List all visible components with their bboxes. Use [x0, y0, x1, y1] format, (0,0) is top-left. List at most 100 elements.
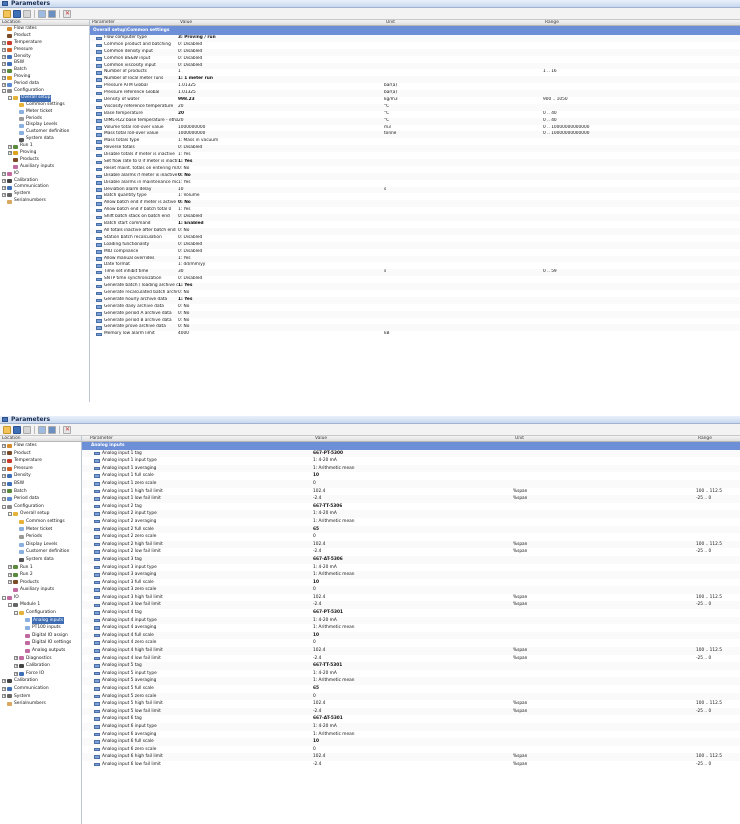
parameter-value[interactable]: 0: Disabled	[178, 249, 384, 256]
parameter-value[interactable]: 1: Yes	[178, 159, 384, 166]
parameter-value[interactable]: 20	[178, 111, 384, 118]
tree-item[interactable]: Customer definition	[0, 548, 81, 556]
expand-icon[interactable]: +	[2, 496, 6, 501]
parameter-value[interactable]: 998.23	[178, 97, 384, 104]
parameter-value[interactable]: 0: No	[178, 228, 384, 235]
tree-item[interactable]: PT100 inputs	[0, 624, 81, 632]
parameter-row[interactable]: Analog input 5 high fail limit 102.4 %span…	[82, 700, 740, 708]
parameter-value[interactable]: 667-TT-5301	[313, 662, 513, 670]
parameter-value[interactable]: 0: Disabled	[178, 42, 384, 49]
tree-item[interactable]: Display Levels	[0, 541, 81, 549]
parameter-row[interactable]: Common density input 0: Disabled	[90, 48, 740, 56]
parameter-row[interactable]: Analog input 1 high fail limit 102.4 %span…	[82, 488, 740, 496]
tree-item[interactable]: + System	[0, 693, 81, 701]
tree-item[interactable]: + Flow rates	[0, 442, 81, 450]
parameter-row[interactable]: Generate recalculated batch archive data…	[90, 290, 740, 297]
tree-item[interactable]: + BSW	[0, 480, 81, 488]
parameter-row[interactable]: Analog input 3 full scale 10	[82, 579, 740, 587]
parameter-value[interactable]: -2.4	[313, 761, 513, 769]
column-parameter[interactable]: Parameter	[90, 436, 315, 441]
parameter-value[interactable]: 0: Disabled	[178, 145, 384, 152]
expand-icon[interactable]: +	[8, 580, 12, 585]
tree-view-icon[interactable]	[38, 9, 46, 18]
parameter-row[interactable]: Generate period A archive data 0: No	[90, 310, 740, 318]
parameter-value[interactable]: 0	[313, 639, 513, 647]
parameter-value[interactable]: 0: Disabled	[178, 242, 384, 249]
parameter-row[interactable]: Density of water 998.23 kg/m3 900 .. 1050	[90, 97, 740, 104]
parameter-value[interactable]: 667-PT-5301	[313, 609, 513, 617]
parameter-row[interactable]: Reset maint. totals on entering maint. m…	[90, 166, 740, 173]
tree-item[interactable]: + Diagnostics	[0, 655, 81, 663]
parameter-row[interactable]: Analog input 1 low fail limit -2.4 %span -2…	[82, 495, 740, 503]
parameter-row[interactable]: Disable totals if meter is inactive 1: Ye…	[90, 152, 740, 159]
parameter-row[interactable]: Date format 1: dd/mm/yy	[90, 262, 740, 269]
parameter-row[interactable]: SNTP time synchronization 0: Disabled	[90, 276, 740, 283]
column-range[interactable]: Range	[698, 436, 740, 441]
parameter-row[interactable]: Station batch recalculation 0: Disabled	[90, 235, 740, 242]
tree-item[interactable]: + Run 2	[0, 571, 81, 579]
tree-item[interactable]: - Configuration	[0, 503, 81, 511]
column-unit[interactable]: Unit	[386, 20, 545, 25]
parameter-value[interactable]: 667-AT-5301	[313, 715, 513, 723]
parameter-value[interactable]: 1: Yes	[178, 297, 384, 304]
parameter-value[interactable]: 1: 4-20 mA	[313, 617, 513, 625]
column-parameter[interactable]: Parameter	[92, 20, 180, 25]
tree-item[interactable]: - Overall setup	[0, 510, 81, 518]
tree-item[interactable]: Auxiliary inputs	[0, 586, 81, 594]
collapse-icon[interactable]: -	[2, 595, 6, 600]
expand-icon[interactable]: +	[2, 489, 6, 494]
expand-icon[interactable]: +	[2, 481, 6, 486]
parameter-row[interactable]: Volume total roll-over value 1000000000 m3…	[90, 125, 740, 132]
parameter-row[interactable]: Analog input 5 low fail limit -2.4 %span -2…	[82, 707, 740, 716]
parameter-value[interactable]: 0: No	[178, 166, 384, 173]
parameter-value[interactable]: 1	[178, 69, 384, 76]
parameter-row[interactable]: Mass total roll-over value 1000000000 tonn…	[90, 131, 740, 139]
print-icon[interactable]	[23, 425, 31, 434]
parameter-row[interactable]: Analog input 4 zero scale 0	[82, 639, 740, 647]
expand-icon[interactable]: +	[2, 694, 6, 699]
parameter-row[interactable]: Allow manual overrides 1: Yes	[90, 255, 740, 263]
expand-icon[interactable]: +	[2, 48, 6, 53]
parameter-value[interactable]: 1: 1 meter run	[178, 76, 384, 83]
parameter-row[interactable]: Allow batch end if meter is active 0: No	[90, 200, 740, 208]
parameter-row[interactable]: Analog input 6 tag 667-AT-5301	[82, 715, 740, 723]
tree-item[interactable]: + Run 1	[0, 564, 81, 572]
parameter-value[interactable]: 0: No	[178, 290, 384, 297]
tree-item[interactable]: + Run 1	[0, 143, 89, 150]
parameter-value[interactable]: -2.4	[313, 548, 513, 556]
parameter-row[interactable]: Number of local meter runs 1: 1 meter run	[90, 76, 740, 84]
parameter-value[interactable]: 20	[178, 118, 384, 125]
parameter-value[interactable]: 1: dd/mm/yy	[178, 262, 384, 269]
parameter-row[interactable]: Analog input 6 full scale 10	[82, 738, 740, 746]
parameter-value[interactable]: 1.01325	[178, 90, 384, 97]
tree-item[interactable]: Serialnumbers	[0, 700, 81, 708]
parameter-row[interactable]: Generate daily archive data 0: No	[90, 304, 740, 311]
expand-icon[interactable]: +	[2, 185, 6, 190]
parameter-row[interactable]: Analog input 1 averaging 1: Arithmetic me…	[82, 464, 740, 473]
tree-item[interactable]: Product	[0, 33, 89, 40]
expand-icon[interactable]: +	[14, 656, 18, 661]
expand-icon[interactable]: +	[8, 565, 12, 570]
grid-view-icon[interactable]	[48, 9, 56, 18]
parameter-row[interactable]: Analog input 5 averaging 1: Arithmetic me…	[82, 677, 740, 685]
parameter-row[interactable]: Analog input 2 averaging 1: Arithmetic me…	[82, 518, 740, 526]
parameter-row[interactable]: Batch start command 1: Enabled	[90, 221, 740, 228]
parameter-value[interactable]: 1: Volume	[178, 193, 384, 200]
parameter-value[interactable]: 1: Arithmetic mean	[313, 624, 513, 632]
parameter-value[interactable]: 0	[313, 480, 513, 488]
parameter-value[interactable]: 1: Yes	[178, 152, 384, 159]
parameter-row[interactable]: Analog input 3 averaging 1: Arithmetic me…	[82, 571, 740, 579]
expand-icon[interactable]: +	[2, 68, 6, 73]
parameter-value[interactable]: 1: Enabled	[178, 221, 384, 228]
grid-view-icon[interactable]	[48, 425, 56, 434]
parameter-value[interactable]: 1: 4-20 mA	[313, 510, 513, 518]
tree-item[interactable]: + IO	[0, 171, 89, 178]
expand-icon[interactable]: +	[2, 474, 6, 479]
expand-icon[interactable]: +	[2, 82, 6, 87]
parameter-row[interactable]: Analog input 6 low fail limit -2.4 %span -2…	[82, 761, 740, 769]
parameter-value[interactable]: 1: 4-20 mA	[313, 723, 513, 731]
tree-item[interactable]: + Period data	[0, 81, 89, 88]
parameter-row[interactable]: Analog input 4 input type 1: 4-20 mA	[82, 616, 740, 625]
parameter-row[interactable]: Analog input 3 low fail limit -2.4 %span -2…	[82, 601, 740, 610]
parameter-value[interactable]: 667-AT-5306	[313, 556, 513, 564]
